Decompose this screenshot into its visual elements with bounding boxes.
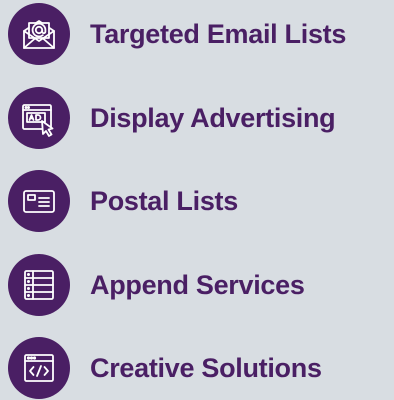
service-item-creative-solutions[interactable]: Creative Solutions — [8, 337, 322, 399]
service-item-append-services[interactable]: Append Services — [8, 254, 305, 316]
database-servers-icon — [8, 254, 70, 316]
service-label: Creative Solutions — [90, 352, 322, 383]
service-item-targeted-email-lists[interactable]: Targeted Email Lists — [8, 3, 346, 65]
service-item-postal-lists[interactable]: Postal Lists — [8, 170, 238, 232]
service-item-display-advertising[interactable]: Display Advertising — [8, 87, 336, 149]
services-list: Targeted Email Lists Display Advertising — [0, 0, 394, 400]
service-label: Postal Lists — [90, 185, 238, 216]
email-envelope-icon — [8, 3, 70, 65]
service-label: Append Services — [90, 269, 305, 300]
code-window-icon — [8, 337, 70, 399]
postal-card-icon — [8, 170, 70, 232]
display-ad-cursor-icon — [8, 87, 70, 149]
service-label: Targeted Email Lists — [90, 18, 347, 49]
service-label: Display Advertising — [90, 102, 336, 133]
